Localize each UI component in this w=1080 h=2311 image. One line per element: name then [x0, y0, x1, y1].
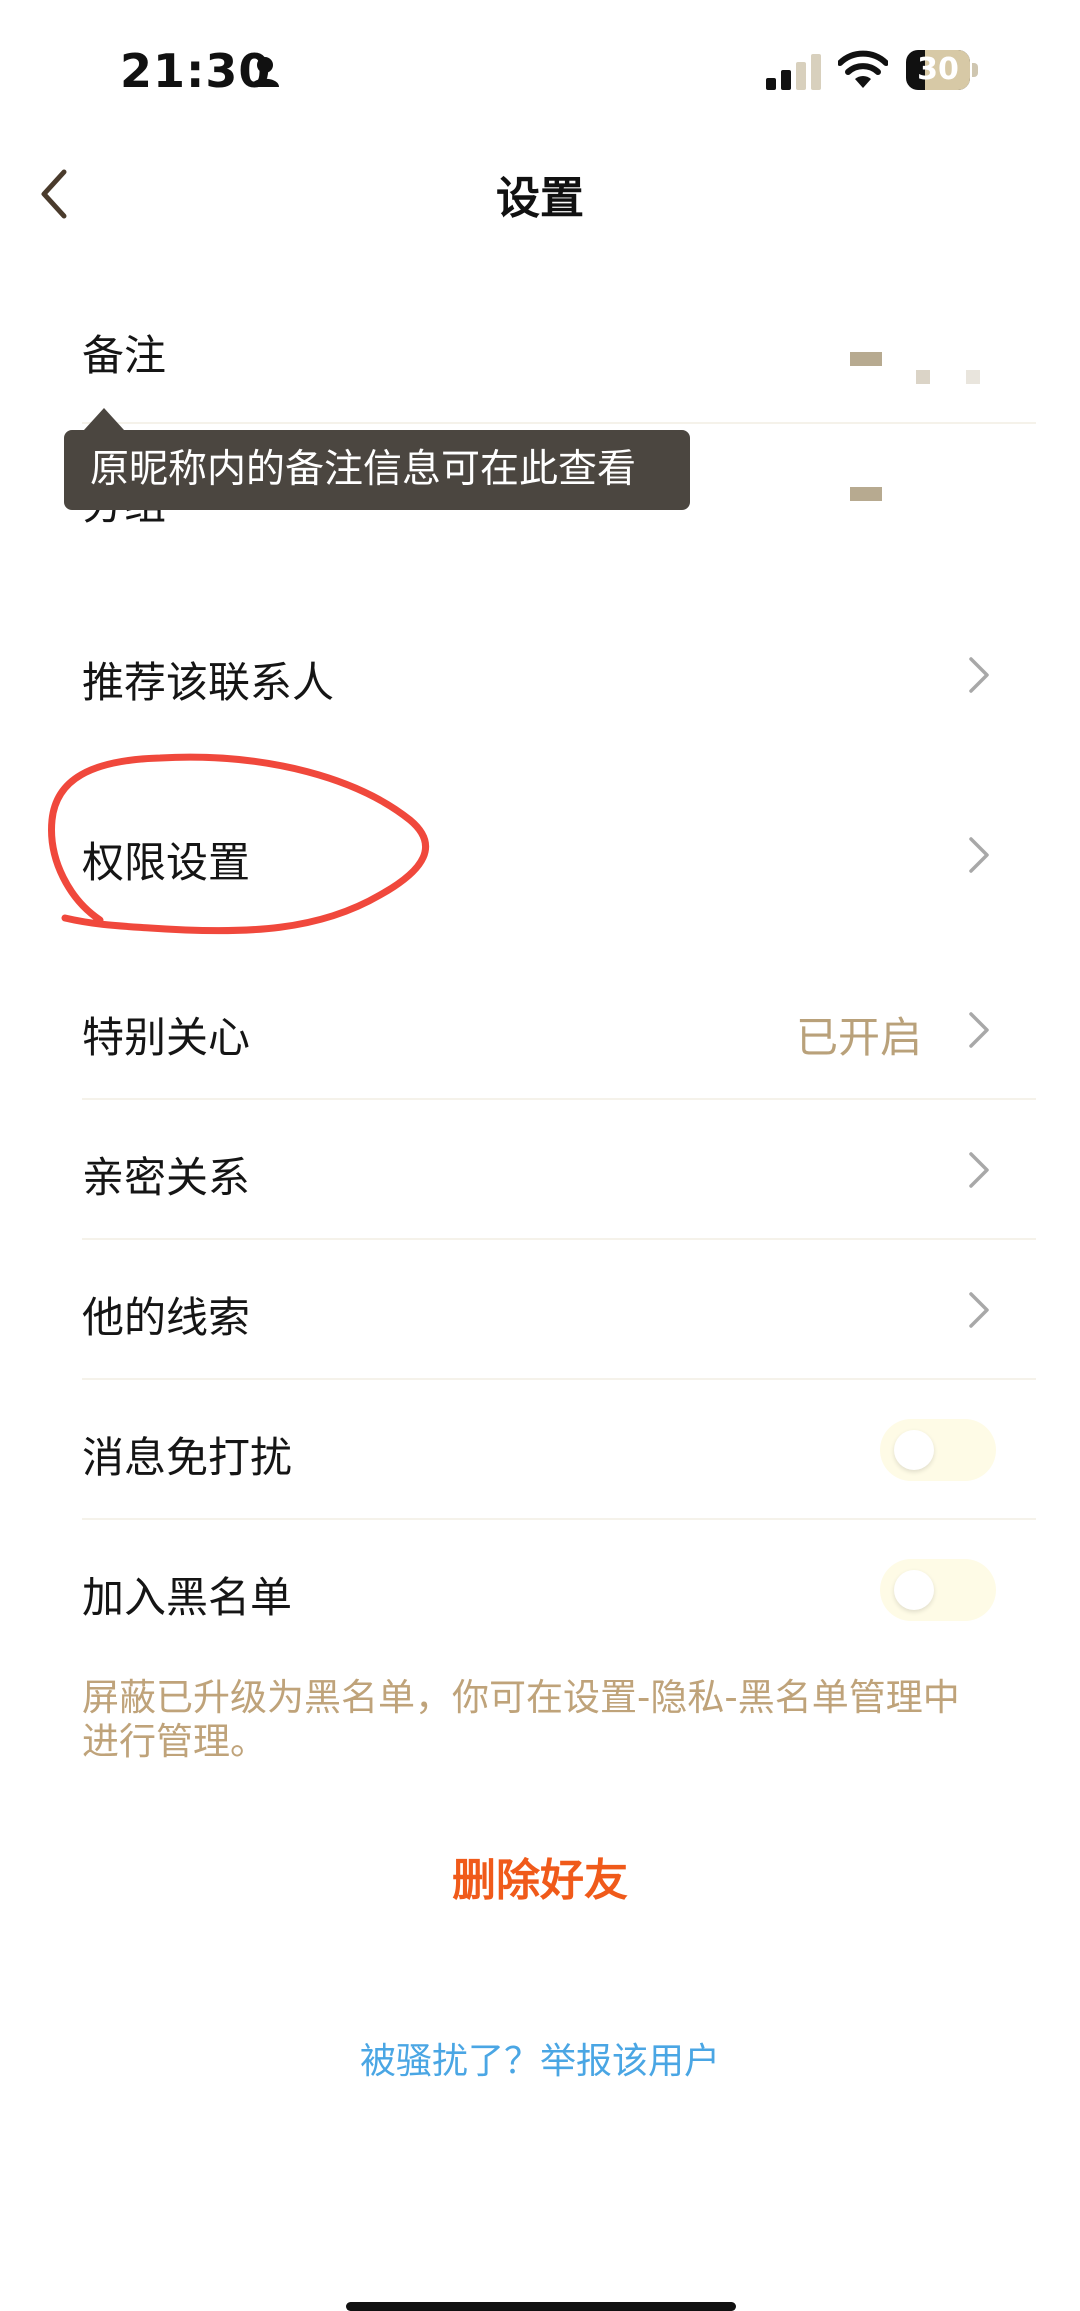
blacklist-hint: 屏蔽已升级为黑名单，你可在设置-隐私-黑名单管理中进行管理。: [82, 1676, 960, 1763]
special-care-status: 已开启: [795, 1013, 922, 1062]
permission-settings-row[interactable]: 权限设置: [0, 795, 1080, 915]
remark-label: 备注: [82, 331, 167, 380]
redacted-remark-value: [966, 370, 980, 384]
permission-settings-label: 权限设置: [82, 838, 251, 887]
divider: [82, 1378, 1036, 1380]
redacted-group-value: [850, 487, 882, 501]
divider: [82, 422, 1036, 424]
blacklist-label: 加入黑名单: [82, 1573, 293, 1622]
nav-bar: 设置: [0, 140, 1080, 240]
do-not-disturb-toggle[interactable]: [880, 1419, 996, 1481]
divider: [82, 1518, 1036, 1520]
divider: [82, 1098, 1036, 1100]
chevron-right-icon: [969, 657, 989, 693]
clues-label: 他的线索: [82, 1293, 251, 1342]
special-care-row[interactable]: 特别关心 已开启: [0, 970, 1080, 1100]
battery-icon: 30: [906, 50, 978, 90]
clues-row[interactable]: 他的线索: [0, 1250, 1080, 1380]
tooltip: 原昵称内的备注信息可在此查看: [64, 430, 690, 510]
delete-friend-button[interactable]: 删除好友: [0, 1844, 1080, 1908]
wifi-icon: [838, 50, 888, 88]
person-icon: [251, 57, 279, 87]
toggle-knob: [894, 1570, 934, 1610]
page-title: 设置: [496, 173, 584, 224]
status-bar: 21:30 30: [0, 0, 1080, 140]
signal-icon: [766, 54, 821, 90]
chevron-right-icon: [969, 1292, 989, 1328]
redacted-remark-value: [916, 370, 930, 384]
do-not-disturb-label: 消息免打扰: [82, 1433, 293, 1482]
status-time: 21:30: [120, 44, 272, 98]
redacted-remark-value: [850, 352, 882, 366]
battery-level: 30: [917, 52, 959, 87]
chevron-right-icon: [969, 1012, 989, 1048]
divider: [82, 1238, 1036, 1240]
remark-row[interactable]: 备注: [0, 300, 1080, 425]
chevron-right-icon: [969, 837, 989, 873]
chevron-right-icon: [969, 1152, 989, 1188]
report-user-link[interactable]: 被骚扰了？举报该用户: [0, 2032, 1080, 2084]
home-indicator: [346, 2302, 736, 2311]
intimacy-row[interactable]: 亲密关系: [0, 1110, 1080, 1240]
recommend-contact-row[interactable]: 推荐该联系人: [0, 615, 1080, 735]
blacklist-row: 加入黑名单: [0, 1530, 1080, 1650]
blacklist-toggle[interactable]: [880, 1559, 996, 1621]
do-not-disturb-row: 消息免打扰: [0, 1390, 1080, 1520]
toggle-knob: [894, 1430, 934, 1470]
tooltip-arrow: [84, 408, 124, 430]
recommend-contact-label: 推荐该联系人: [82, 658, 335, 707]
intimacy-label: 亲密关系: [82, 1153, 251, 1202]
special-care-label: 特别关心: [82, 1013, 251, 1062]
